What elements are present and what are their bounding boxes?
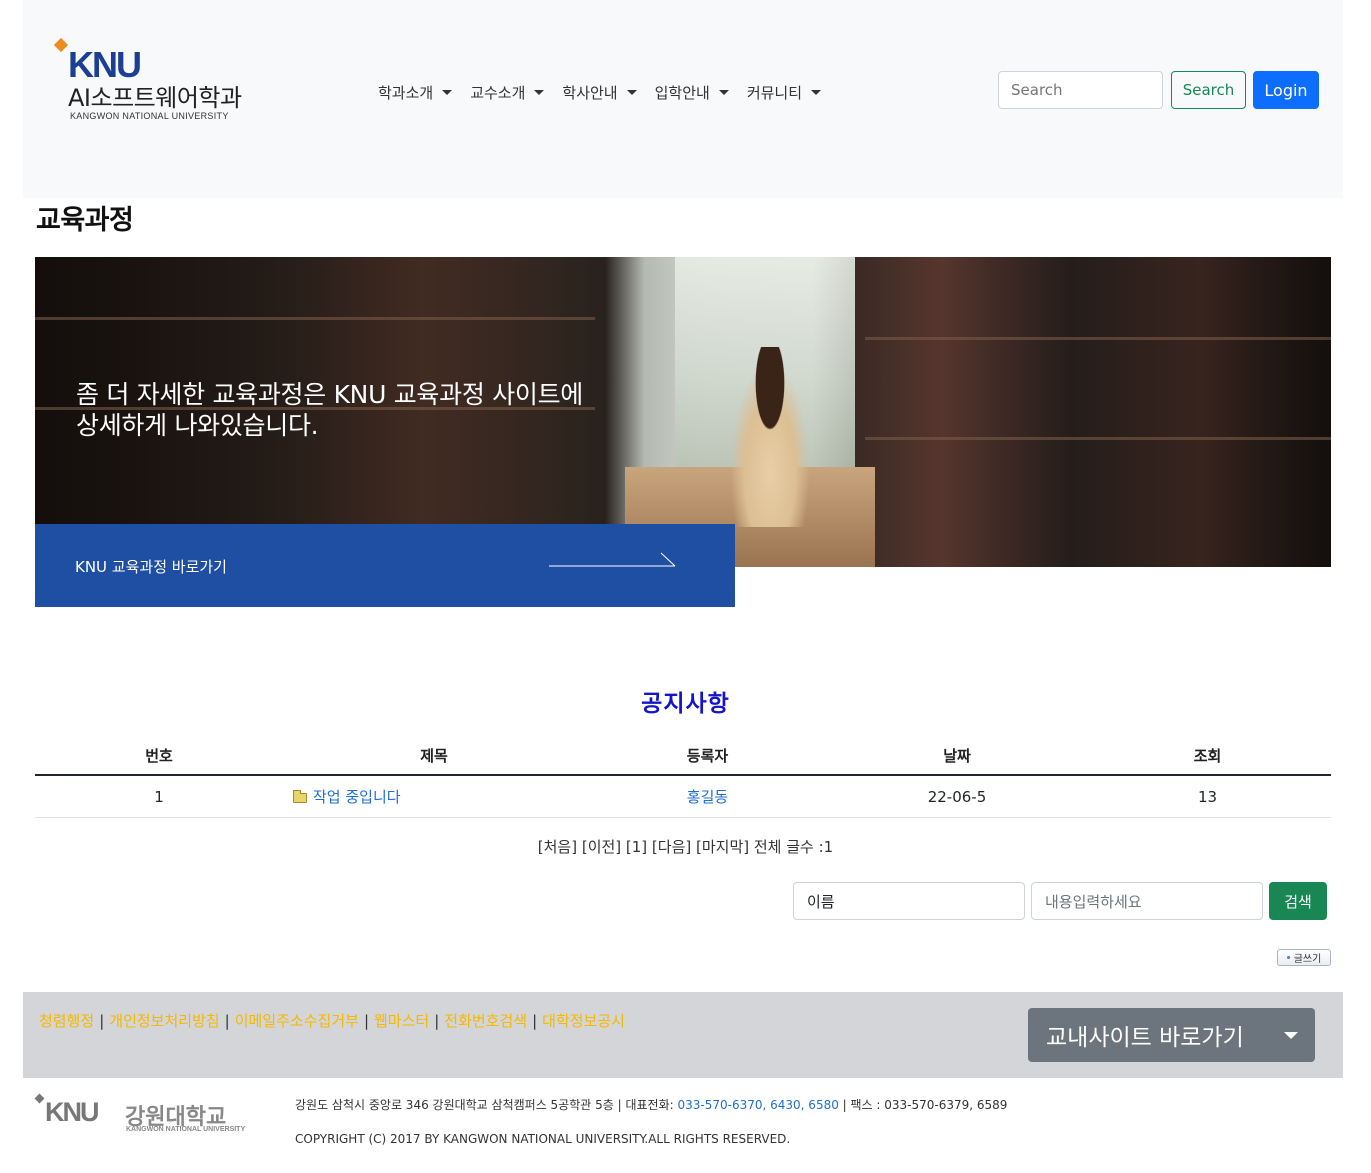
page-title: 교육과정 bbox=[36, 205, 134, 236]
caret-down-icon bbox=[1284, 1032, 1298, 1039]
folder-icon bbox=[293, 789, 307, 803]
site-logo[interactable]: KNU AI소프트웨어학과 KANGWON NATIONAL UNIVERSIT… bbox=[53, 37, 294, 128]
separator: | bbox=[363, 1012, 369, 1030]
footer-link-webmaster[interactable]: 웹마스터 bbox=[374, 1012, 429, 1030]
table-row: 1 작업 중입니다 홍길동 22-06-5 13 bbox=[35, 776, 1331, 818]
row-subject-link[interactable]: 작업 중입니다 bbox=[313, 788, 401, 806]
banner-line-1: 좀 더 자세한 교육과정은 KNU 교육과정 사이트에 bbox=[76, 380, 583, 409]
row-number: 1 bbox=[154, 787, 164, 806]
footer-logo-univ: KANGWON NATIONAL UNIVERSITY bbox=[126, 1126, 246, 1133]
banner-shelf bbox=[35, 317, 595, 320]
footer-bar: 청렴행정 | 개인정보처리방침 | 이메일주소수집거부 | 웹마스터 | 전화번호검색 | 대학정보… bbox=[23, 992, 1343, 1078]
nav-label: 커뮤니티 bbox=[746, 84, 803, 102]
separator: | bbox=[99, 1012, 105, 1030]
footer-link-integrity[interactable]: 청렴행정 bbox=[39, 1012, 94, 1030]
col-author: 등록자 bbox=[686, 746, 729, 765]
caret-down-icon bbox=[534, 90, 545, 95]
phone-number[interactable]: 033-570-6370, 6430, 6580 bbox=[678, 1098, 839, 1112]
banner-line-2: 상세하게 나와있습니다. bbox=[76, 411, 319, 440]
pagination[interactable]: [처음] [이전] [1] [다음] [마지막] 전체 글수 :1 bbox=[0, 836, 1371, 857]
curriculum-banner: 좀 더 자세한 교육과정은 KNU 교육과정 사이트에 상세하게 나와있습니다. bbox=[35, 257, 1331, 567]
nav-label: 학과소개 bbox=[378, 84, 434, 102]
separator: | bbox=[434, 1012, 440, 1030]
footer-link-phone-search[interactable]: 전화번호검색 bbox=[444, 1012, 527, 1030]
col-views: 조회 bbox=[1193, 746, 1222, 765]
write-post-button[interactable]: 글쓰기 bbox=[1277, 949, 1331, 966]
notice-table: 번호 제목 등록자 날짜 조회 1 작업 중입니다 홍길동 22-06-5 13 bbox=[35, 736, 1331, 818]
nav-item-admission[interactable]: 입학안내 bbox=[655, 82, 729, 103]
logo-diamond-icon bbox=[53, 37, 69, 53]
bullet-icon bbox=[1286, 956, 1290, 959]
logo-department-name: AI소프트웨어학과 bbox=[68, 84, 242, 112]
caret-down-icon bbox=[442, 90, 453, 95]
footer-links: 청렴행정 | 개인정보처리방침 | 이메일주소수집거부 | 웹마스터 | 전화번호검색 | 대학정보… bbox=[39, 1010, 625, 1031]
nav-label: 교수소개 bbox=[470, 84, 526, 102]
address-text: 강원도 삼척시 중앙로 346 강원대학교 삼척캠퍼스 5공학관 5층 | 대표… bbox=[295, 1098, 678, 1112]
banner-photo-person bbox=[725, 347, 815, 527]
nav-label: 학사안내 bbox=[562, 84, 618, 102]
row-subject-cell: 작업 중입니다 bbox=[283, 786, 585, 807]
copyright: COPYRIGHT (C) 2017 BY KANGWON NATIONAL U… bbox=[295, 1132, 791, 1146]
board-search-button[interactable]: 검색 bbox=[1269, 882, 1327, 920]
nav-item-community[interactable]: 커뮤니티 bbox=[746, 82, 822, 103]
row-author-cell: 홍길동 bbox=[585, 786, 830, 807]
arrow-right-icon bbox=[549, 552, 676, 567]
logo-university-name: KANGWON NATIONAL UNIVERSITY bbox=[70, 111, 229, 121]
login-button[interactable]: Login bbox=[1253, 71, 1319, 109]
fax-text: | 팩스 : 033-570-6379, 6589 bbox=[838, 1098, 1008, 1112]
cta-label: KNU 교육과정 바로가기 bbox=[75, 558, 227, 576]
row-date: 22-06-5 bbox=[927, 787, 987, 806]
row-author-link[interactable]: 홍길동 bbox=[687, 788, 728, 806]
search-input[interactable] bbox=[998, 71, 1163, 109]
nav-item-faculty[interactable]: 교수소개 bbox=[470, 82, 545, 103]
col-subject: 제목 bbox=[420, 746, 448, 765]
site-header: KNU AI소프트웨어학과 KANGWON NATIONAL UNIVERSIT… bbox=[23, 0, 1343, 198]
footer-link-email-refusal[interactable]: 이메일주소수집거부 bbox=[235, 1012, 359, 1030]
campus-sites-dropdown[interactable]: 교내사이트 바로가기 bbox=[1028, 1008, 1315, 1062]
separator: | bbox=[224, 1012, 230, 1030]
nav-item-dept-intro[interactable]: 학과소개 bbox=[378, 82, 453, 103]
main-nav: 학과소개 교수소개 학사안내 입학안내 커뮤니티 bbox=[378, 82, 839, 103]
footer-logo-knu: KNU bbox=[45, 1097, 99, 1127]
write-label: 글쓰기 bbox=[1293, 954, 1322, 965]
banner-shelf bbox=[865, 437, 1331, 440]
nav-item-academics[interactable]: 학사안내 bbox=[562, 82, 637, 103]
logo-diamond-icon bbox=[34, 1093, 45, 1104]
footer-link-privacy[interactable]: 개인정보처리방침 bbox=[109, 1012, 219, 1030]
col-date: 날짜 bbox=[943, 746, 971, 765]
board-search-input[interactable]: 내용입력하세요 bbox=[1031, 882, 1263, 920]
footer-address: 강원도 삼척시 중앙로 346 강원대학교 삼척캠퍼스 5공학관 5층 | 대표… bbox=[295, 1096, 1007, 1113]
nav-label: 입학안내 bbox=[654, 84, 710, 102]
col-number: 번호 bbox=[145, 746, 173, 765]
footer-link-disclosure[interactable]: 대학정보공시 bbox=[542, 1012, 625, 1030]
caret-down-icon bbox=[811, 90, 822, 95]
dropdown-label: 교내사이트 바로가기 bbox=[1046, 1025, 1244, 1051]
table-header: 번호 제목 등록자 날짜 조회 bbox=[35, 736, 1331, 776]
search-button[interactable]: Search bbox=[1171, 71, 1246, 109]
separator: | bbox=[532, 1012, 538, 1030]
row-views: 13 bbox=[1197, 787, 1218, 806]
curriculum-site-link[interactable]: KNU 교육과정 바로가기 bbox=[35, 524, 735, 607]
caret-down-icon bbox=[626, 90, 637, 95]
banner-text: 좀 더 자세한 교육과정은 KNU 교육과정 사이트에 상세하게 나와있습니다. bbox=[76, 379, 583, 441]
footer-logo: KNU 강원대학교 KANGWON NATIONAL UNIVERSITY bbox=[34, 1093, 246, 1138]
search-field-select[interactable]: 이름 bbox=[793, 882, 1025, 920]
banner-shelf bbox=[865, 337, 1331, 340]
caret-down-icon bbox=[718, 90, 729, 95]
notice-title: 공지사항 bbox=[641, 691, 730, 717]
